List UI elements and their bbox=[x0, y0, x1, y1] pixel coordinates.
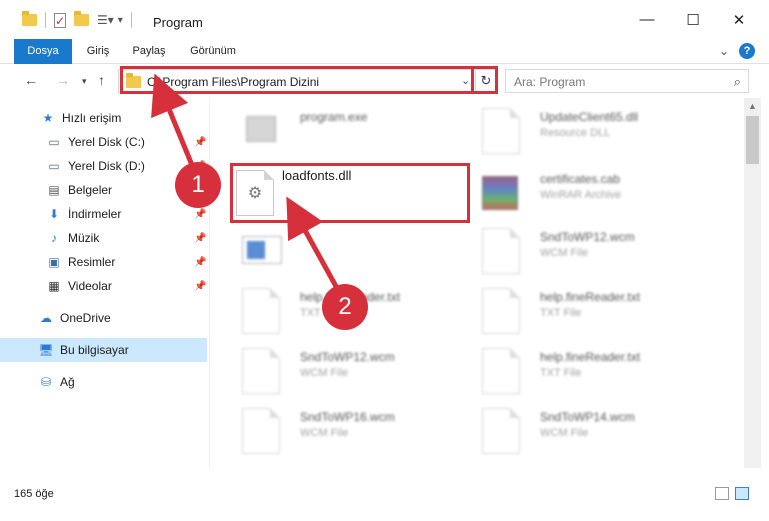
up-icon[interactable]: ↑ bbox=[98, 72, 105, 88]
tab-share[interactable]: Paylaş bbox=[128, 39, 170, 64]
explorer-window: ✓ ☰▾ ▾ Program — ☐ ✕ Dosya Giriş Paylaş … bbox=[0, 0, 769, 521]
sidebar-item-local-disk-c[interactable]: ▭ Yerel Disk (C:) 📌 bbox=[0, 130, 207, 154]
sidebar-item-label: OneDrive bbox=[60, 311, 111, 325]
computer-icon: 🖥 bbox=[38, 343, 54, 357]
qat-dropdown-icon[interactable]: ▾ bbox=[118, 15, 123, 26]
sidebar-item-network[interactable]: ⛁ Ağ bbox=[0, 370, 207, 394]
file-icon bbox=[482, 288, 522, 334]
file-icon bbox=[242, 348, 282, 394]
refresh-highlight bbox=[470, 66, 498, 94]
tab-home[interactable]: Giriş bbox=[80, 39, 116, 64]
folder-icon bbox=[22, 11, 37, 26]
step-badge-1: 1 bbox=[175, 162, 221, 208]
drive-icon: ▭ bbox=[48, 159, 60, 173]
search-box[interactable]: Ara: Program ⌕ bbox=[505, 69, 749, 93]
file-icon bbox=[482, 348, 522, 394]
dll-icon bbox=[482, 108, 522, 154]
installer-icon bbox=[242, 228, 282, 274]
pin-icon[interactable]: 📌 bbox=[194, 209, 206, 220]
sidebar-item-downloads[interactable]: ⬇ İndirmeler 📌 bbox=[0, 202, 207, 226]
file-highlight bbox=[230, 163, 470, 223]
videos-icon: ▦ bbox=[48, 279, 60, 293]
file-item[interactable]: help.fineReader.txt TXT File bbox=[462, 282, 702, 340]
sidebar-item-label: Ağ bbox=[60, 375, 75, 389]
file-icon bbox=[482, 408, 522, 454]
sidebar-item-label: Videolar bbox=[68, 279, 112, 293]
cloud-icon: ☁ bbox=[40, 311, 52, 325]
pin-icon[interactable]: 📌 bbox=[194, 233, 206, 244]
pin-icon[interactable]: 📌 bbox=[194, 257, 206, 268]
file-icon bbox=[242, 408, 282, 454]
file-item[interactable] bbox=[222, 222, 462, 280]
file-icon bbox=[242, 288, 282, 334]
file-item[interactable]: SndToWP12.wcm WCM File bbox=[222, 342, 462, 400]
tab-view[interactable]: Görünüm bbox=[184, 39, 242, 64]
sidebar-item-label: Müzik bbox=[68, 231, 100, 245]
sidebar-item-label: Belgeler bbox=[68, 183, 113, 197]
recent-locations-icon[interactable]: ▾ bbox=[82, 76, 87, 87]
file-list: program.exe UpdateClient65.dll Resource … bbox=[212, 98, 744, 468]
navigation-pane: ★ Hızlı erişim ▭ Yerel Disk (C:) 📌 ▭ Yer… bbox=[0, 98, 210, 468]
back-icon[interactable]: ← bbox=[24, 72, 38, 88]
maximize-button[interactable]: ☐ bbox=[670, 0, 716, 39]
properties-icon[interactable]: ✓ bbox=[54, 12, 66, 28]
documents-icon: ▤ bbox=[48, 183, 60, 197]
forward-icon[interactable]: → bbox=[56, 72, 70, 88]
sidebar-item-label: Bu bilgisayar bbox=[60, 343, 129, 357]
file-icon bbox=[482, 228, 522, 274]
ribbon-tabs: Dosya Giriş Paylaş Görünüm ⌄ ? bbox=[0, 39, 769, 97]
expand-ribbon-icon[interactable]: ⌄ bbox=[719, 44, 729, 58]
drive-icon: ▭ bbox=[48, 135, 60, 149]
scroll-thumb[interactable] bbox=[746, 116, 759, 164]
address-highlight bbox=[120, 66, 474, 94]
file-item[interactable]: UpdateClient65.dll Resource DLL bbox=[462, 102, 702, 160]
minimize-button[interactable]: — bbox=[624, 0, 670, 39]
details-view-icon[interactable] bbox=[715, 487, 729, 500]
sidebar-item-videos[interactable]: ▦ Videolar 📌 bbox=[0, 274, 207, 298]
quick-access-toolbar: ✓ ☰▾ ▾ bbox=[22, 11, 136, 28]
help-icon[interactable]: ? bbox=[739, 43, 755, 59]
item-count: 165 öğe bbox=[14, 488, 54, 500]
new-folder-icon[interactable] bbox=[74, 11, 89, 26]
sidebar-item-onedrive[interactable]: ☁ OneDrive bbox=[0, 306, 207, 330]
sidebar-item-local-disk-d[interactable]: ▭ Yerel Disk (D:) 📌 bbox=[0, 154, 207, 178]
search-icon[interactable]: ⌕ bbox=[734, 74, 741, 90]
search-placeholder: Ara: Program bbox=[514, 75, 586, 89]
music-icon: ♪ bbox=[51, 231, 57, 245]
sidebar-item-pictures[interactable]: ▣ Resimler 📌 bbox=[0, 250, 207, 274]
star-icon: ★ bbox=[42, 111, 54, 125]
vertical-scrollbar[interactable]: ▲ bbox=[744, 98, 761, 468]
network-icon: ⛁ bbox=[40, 375, 52, 389]
close-button[interactable]: ✕ bbox=[716, 0, 762, 39]
sidebar-item-music[interactable]: ♪ Müzik 📌 bbox=[0, 226, 207, 250]
archive-icon bbox=[482, 170, 522, 216]
sidebar-item-label: Yerel Disk (C:) bbox=[68, 135, 145, 149]
pin-icon[interactable]: 📌 bbox=[194, 281, 206, 292]
sidebar-item-label: Resimler bbox=[68, 255, 116, 269]
file-item[interactable]: SndToWP12.wcm WCM File bbox=[462, 222, 702, 280]
download-icon: ⬇ bbox=[48, 207, 60, 221]
window-title: Program bbox=[153, 15, 203, 30]
file-item[interactable]: help.fineReader.txt TXT File bbox=[462, 342, 702, 400]
title-bar: ✓ ☰▾ ▾ Program — ☐ ✕ bbox=[0, 0, 769, 39]
pictures-icon: ▣ bbox=[48, 255, 60, 269]
file-item[interactable]: SndToWP14.wcm WCM File bbox=[462, 402, 702, 460]
sidebar-item-label: İndirmeler bbox=[68, 207, 122, 221]
view-switcher bbox=[715, 487, 749, 500]
step-badge-2: 2 bbox=[322, 284, 368, 330]
large-icons-view-icon[interactable] bbox=[735, 487, 749, 500]
sidebar-item-this-pc[interactable]: 🖥 Bu bilgisayar bbox=[0, 338, 207, 362]
sidebar-item-label: Yerel Disk (D:) bbox=[68, 159, 145, 173]
file-item[interactable]: certificates.cab WinRAR Archive bbox=[462, 164, 702, 222]
exe-icon bbox=[242, 108, 282, 154]
sidebar-item-quick-access[interactable]: ★ Hızlı erişim bbox=[0, 106, 207, 130]
scroll-up-icon[interactable]: ▲ bbox=[744, 98, 761, 115]
file-item[interactable]: program.exe bbox=[222, 102, 462, 160]
file-item[interactable]: SndToWP16.wcm WCM File bbox=[222, 402, 462, 460]
customize-icon[interactable]: ☰▾ bbox=[97, 13, 114, 27]
status-bar: 165 öğe bbox=[0, 480, 769, 506]
pin-icon[interactable]: 📌 bbox=[194, 137, 206, 148]
sidebar-item-label: Hızlı erişim bbox=[62, 111, 122, 125]
